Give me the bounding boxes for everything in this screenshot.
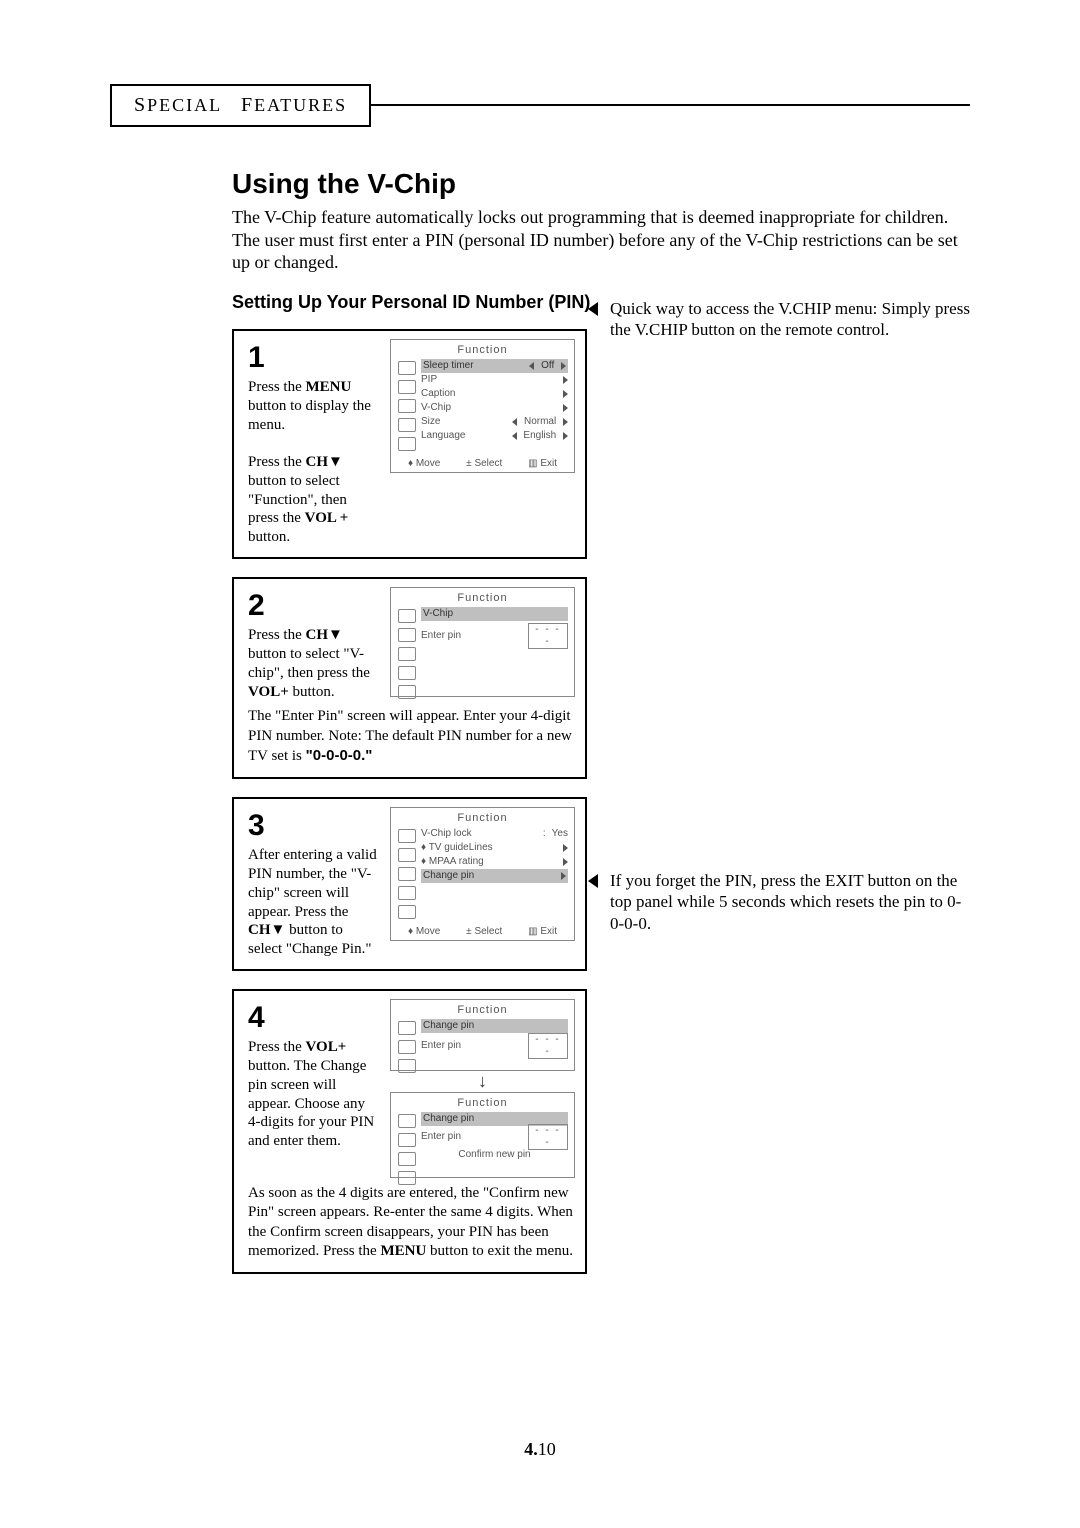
osd-row: Caption (421, 387, 568, 401)
header-rest1: PECIAL (147, 95, 221, 115)
osd-4b-content: Change pin Enter pin- - - - Confirm new … (421, 1112, 568, 1185)
osd-3-content: V-Chip lock:Yes ♦ TV guideLines ♦ MPAA r… (421, 827, 568, 919)
triangle-right-icon (563, 390, 568, 398)
osd-3: Function V-Chip lock:Yes ♦ TV guideLines… (390, 807, 575, 941)
osd-2-content: V-Chip Enter pin- - - - (421, 607, 568, 699)
osd-4a-title: Function (391, 1000, 574, 1017)
osd-3-footer: ♦ Move ± Select ▥ Exit (391, 923, 574, 940)
triangle-right-icon (563, 844, 568, 852)
osd-row: ♦ MPAA rating (421, 855, 568, 869)
section-header: SPECIAL FEATURES (134, 95, 347, 115)
step-4-text: 4 Press the VOL+ button. The Change pin … (248, 999, 380, 1151)
step-3-num: 3 (248, 807, 380, 845)
side-note-2: If you forget the PIN, press the EXIT bu… (610, 870, 970, 934)
osd-row: V-Chip lock:Yes (421, 827, 568, 841)
osd-row: Sleep timer Off (421, 359, 568, 373)
step-4-box: 4 Press the VOL+ button. The Change pin … (232, 989, 587, 1274)
pin-box: - - - - (528, 623, 568, 649)
osd-2: Function V-Chip Enter pin- - - - (390, 587, 575, 697)
step-1-row: 1 Press the MENU button to display the m… (232, 329, 970, 559)
step-2-box: 2 Press the CH▼ button to select "V-chip… (232, 577, 587, 779)
step-3-text: 3 After entering a valid PIN number, the… (248, 807, 380, 959)
osd-row: V-Chip (421, 401, 568, 415)
step-1-num: 1 (248, 339, 380, 377)
step-2-row: 2 Press the CH▼ button to select "V-chip… (232, 577, 970, 779)
step-4-note: As soon as the 4 digits are entered, the… (248, 1184, 575, 1262)
osd-4a: Function Change pin Enter pin- - - - (390, 999, 575, 1071)
osd-row: Enter pin- - - - (421, 1039, 568, 1053)
osd-1-icons (397, 359, 417, 451)
osd-row: Enter pin- - - - (421, 1130, 568, 1144)
step-2-note: The "Enter Pin" screen will appear. Ente… (248, 707, 575, 767)
osd-3-title: Function (391, 808, 574, 825)
osd-row: Change pin (421, 1019, 568, 1033)
step-3-box: 3 After entering a valid PIN number, the… (232, 797, 587, 971)
osd-4b-title: Function (391, 1093, 574, 1110)
osd-1-content: Sleep timer Off PIP Caption V-Chip Size … (421, 359, 568, 451)
pin-box: - - - - (528, 1124, 568, 1150)
triangle-right-icon (561, 362, 566, 370)
osd-row: ♦ TV guideLines (421, 841, 568, 855)
pin-box: - - - - (528, 1033, 568, 1059)
step-1-osd-wrap: Function Sleep timer Off PIP Caption V-C… (390, 339, 575, 473)
triangle-right-icon (563, 376, 568, 384)
osd-4a-content: Change pin Enter pin- - - - (421, 1019, 568, 1073)
osd-2-icons (397, 607, 417, 699)
triangle-left-icon (588, 302, 598, 316)
osd-4b: Function Change pin Enter pin- - - - Con… (390, 1092, 575, 1178)
header-cap2: F (241, 94, 254, 116)
osd-1-title: Function (391, 340, 574, 357)
osd-1-footer: ♦ Move ± Select ▥ Exit (391, 455, 574, 472)
section-header-box: SPECIAL FEATURES (110, 84, 371, 127)
triangle-right-icon (561, 872, 566, 880)
header-rest2: EATURES (254, 95, 347, 115)
osd-row: PIP (421, 373, 568, 387)
osd-1: Function Sleep timer Off PIP Caption V-C… (390, 339, 575, 473)
osd-row: Language English (421, 429, 568, 443)
osd-4b-icons (397, 1112, 417, 1185)
osd-row: Enter pin- - - - (421, 629, 568, 643)
step-1-box: 1 Press the MENU button to display the m… (232, 329, 587, 559)
triangle-left-icon (529, 362, 534, 370)
side-note-1: Quick way to access the V.CHIP menu: Sim… (610, 298, 970, 341)
down-arrow-icon: ↓ (390, 1071, 575, 1092)
osd-row: Confirm new pin (421, 1148, 568, 1162)
step-2-text: 2 Press the CH▼ button to select "V-chip… (248, 587, 380, 702)
triangle-right-icon (563, 432, 568, 440)
osd-3-icons (397, 827, 417, 919)
osd-row: Size Normal (421, 415, 568, 429)
intro-paragraph: The V-Chip feature automatically locks o… (232, 206, 970, 274)
triangle-left-icon (512, 418, 517, 426)
header-cap1: S (134, 94, 147, 116)
triangle-left-icon (512, 432, 517, 440)
step-1-text: 1 Press the MENU button to display the m… (248, 339, 380, 547)
triangle-right-icon (563, 404, 568, 412)
step-4-num: 4 (248, 999, 380, 1037)
step-4-row: 4 Press the VOL+ button. The Change pin … (232, 989, 970, 1274)
step-2-num: 2 (248, 587, 380, 625)
page-number: 4.10 (0, 1439, 1080, 1460)
triangle-right-icon (563, 418, 568, 426)
osd-4a-icons (397, 1019, 417, 1073)
page-title: Using the V-Chip (232, 168, 970, 200)
triangle-right-icon (563, 858, 568, 866)
osd-row: Change pin (421, 869, 568, 883)
triangle-left-icon (588, 874, 598, 888)
osd-2-title: Function (391, 588, 574, 605)
osd-row: V-Chip (421, 607, 568, 621)
